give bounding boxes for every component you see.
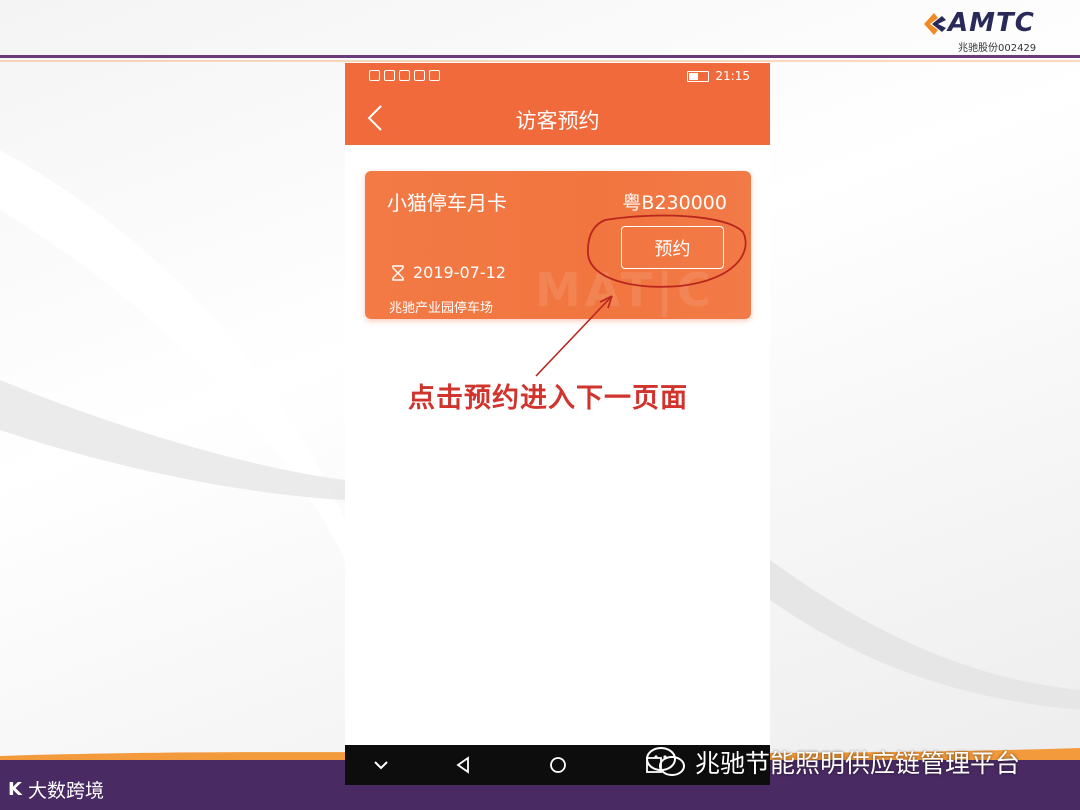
- notification-icon: [414, 70, 425, 81]
- license-plate: 粤B230000: [622, 192, 727, 214]
- annotation-circle: [587, 214, 747, 288]
- status-bar: 21:15: [345, 63, 770, 91]
- notification-icon: [384, 70, 395, 81]
- parking-lot-name: 兆驰产业园停车场: [389, 301, 494, 316]
- wechat-icon: [646, 747, 685, 776]
- logo-text: AMTC: [948, 8, 1035, 38]
- annotation-text: 点击预约进入下一页面: [408, 383, 688, 414]
- card-name: 小猫停车月卡: [387, 191, 507, 215]
- signal-icon: [369, 70, 380, 81]
- logo-mark-icon: [924, 13, 946, 35]
- status-icons-right: 21:15: [687, 69, 750, 83]
- footer-left-text: 大数跨境: [27, 780, 104, 802]
- status-icons-left: [369, 70, 440, 81]
- notification-icon: [429, 70, 440, 81]
- card-date: 2019-07-12: [413, 263, 506, 282]
- footer-left-brand: K 大数跨境: [8, 776, 104, 803]
- logo-subtext: 兆驰股份002429: [958, 43, 1037, 54]
- annotation-arrow: [535, 295, 613, 377]
- kepu-logo-icon: K: [8, 779, 22, 800]
- wechat-watermark: 兆驰节能照明供应链管理平台: [645, 742, 1020, 782]
- page-title: 访客预约: [515, 109, 600, 133]
- amtc-logo: AMTC 兆驰股份002429: [918, 6, 1068, 54]
- battery-icon: [687, 70, 710, 82]
- header-divider: [0, 55, 1080, 58]
- status-time: 21:15: [715, 69, 750, 83]
- app-bar: 21:15 访客预约: [345, 63, 770, 145]
- wechat-account-name: 兆驰节能照明供应链管理平台: [695, 749, 1021, 778]
- nav-home-icon[interactable]: [544, 753, 572, 777]
- notification-icon: [399, 70, 410, 81]
- hourglass-icon: [392, 264, 404, 281]
- nav-back-icon[interactable]: [449, 753, 477, 777]
- chevron-down-icon[interactable]: [367, 753, 395, 777]
- card-date-row: 2019-07-12: [391, 263, 506, 282]
- phone-screen: 21:15 访客预约 MAT|C 小猫停车月卡 粤B230000 预约 2019…: [345, 63, 770, 785]
